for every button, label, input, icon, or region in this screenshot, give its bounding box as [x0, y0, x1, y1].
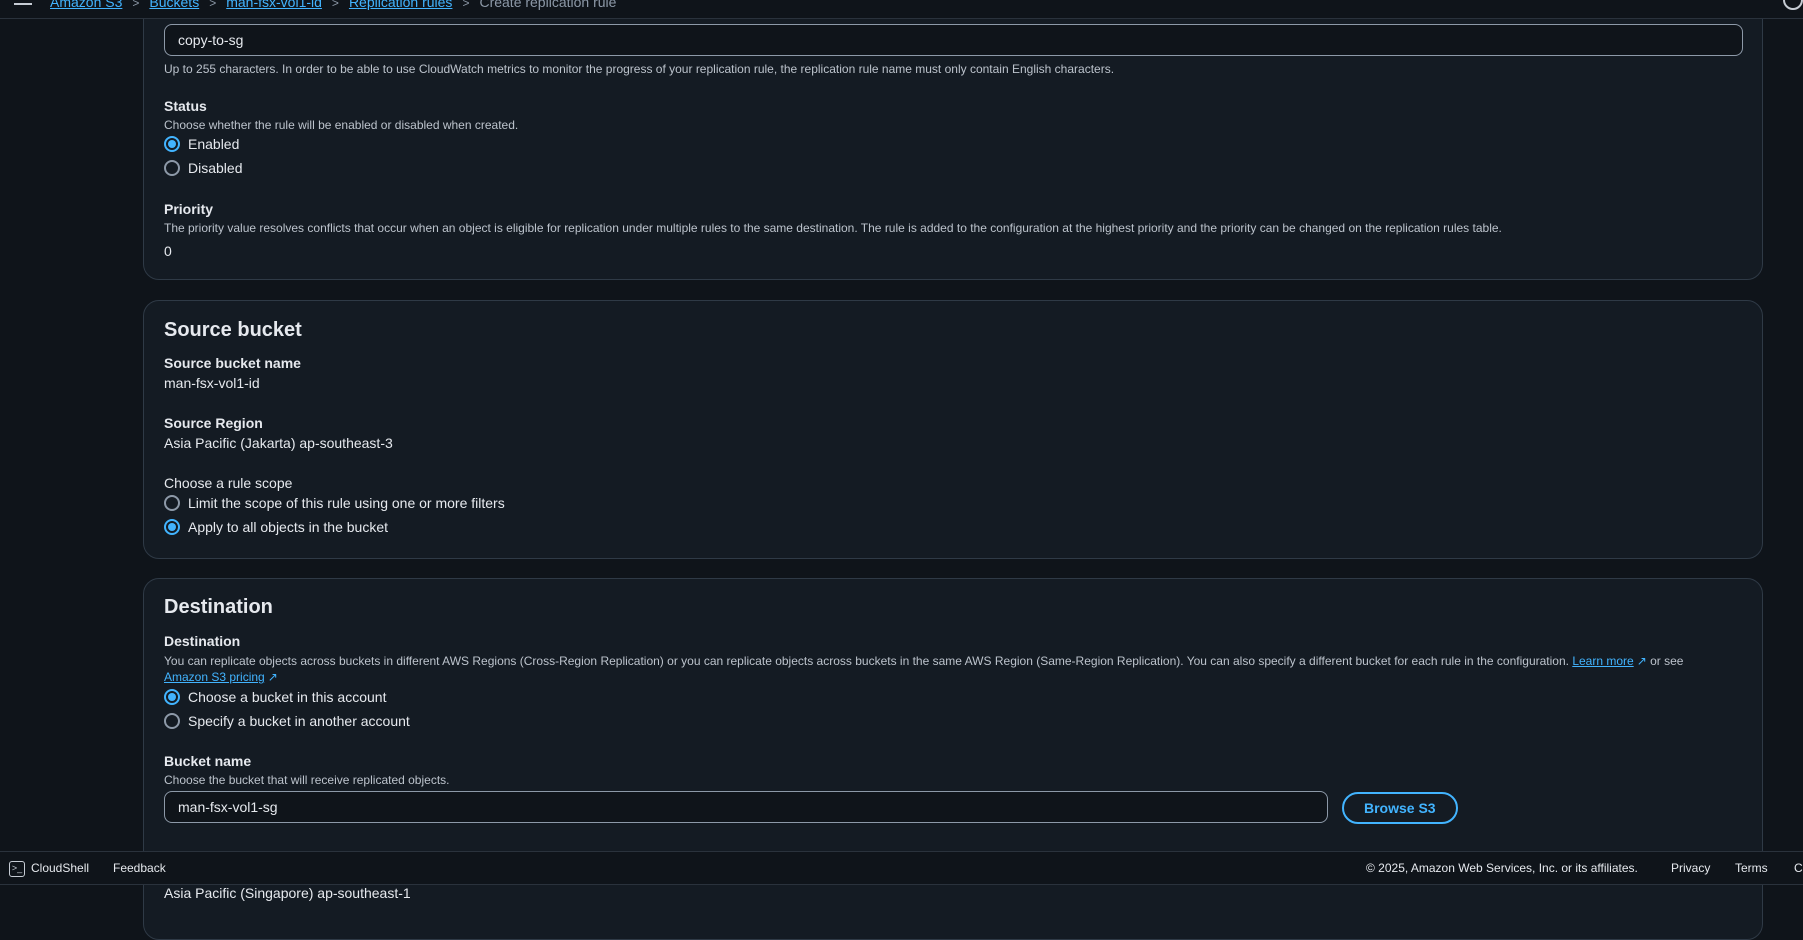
external-link-icon: ↗	[1636, 654, 1647, 668]
chevron-right-icon: >	[331, 0, 339, 10]
learn-more-link[interactable]: Learn more	[1572, 654, 1633, 668]
source-bucket-name-label: Source bucket name	[164, 355, 301, 371]
scope-radio-all-objects[interactable]: Apply to all objects in the bucket	[164, 519, 388, 535]
status-radio-enabled[interactable]: Enabled	[164, 136, 239, 152]
destination-description: You can replicate objects across buckets…	[164, 654, 1684, 684]
destination-label: Destination	[164, 633, 241, 649]
rule-name-help: Up to 255 characters. In order to be abl…	[164, 62, 1115, 76]
menu-icon[interactable]	[14, 0, 32, 10]
terminal-icon: >_	[9, 860, 25, 877]
bucket-name-label: Bucket name	[164, 753, 252, 769]
cloudshell-button[interactable]: >_ CloudShell	[9, 852, 89, 884]
priority-label: Priority	[164, 201, 214, 217]
rule-name-input[interactable]	[164, 24, 1743, 56]
chevron-right-icon: >	[462, 0, 470, 10]
priority-value: 0	[164, 243, 172, 259]
chevron-right-icon: >	[132, 0, 140, 10]
radio-unselected-icon[interactable]	[164, 495, 180, 511]
chevron-right-icon: >	[209, 0, 217, 10]
radio-unselected-icon[interactable]	[164, 713, 180, 729]
source-region-label: Source Region	[164, 415, 263, 431]
radio-selected-icon[interactable]	[164, 689, 180, 705]
source-region-value: Asia Pacific (Jakarta) ap-southeast-3	[164, 435, 393, 451]
source-bucket-name-value: man-fsx-vol1-id	[164, 375, 260, 391]
cookie-preferences-link[interactable]: Co	[1794, 852, 1803, 884]
s3-pricing-link[interactable]: Amazon S3 pricing	[164, 670, 265, 684]
breadcrumb: Amazon S3 > Buckets > man-fsx-vol1-id > Replic…	[50, 0, 616, 10]
source-bucket-panel: Source bucket Source bucket name man-fsx…	[143, 300, 1763, 559]
rule-scope-label: Choose a rule scope	[164, 475, 293, 491]
bucket-name-description: Choose the bucket that will receive repl…	[164, 773, 450, 787]
status-description: Choose whether the rule will be enabled …	[164, 118, 519, 132]
status-label: Status	[164, 98, 207, 114]
breadcrumb-replication-rules[interactable]: Replication rules	[349, 0, 453, 10]
radio-unselected-icon[interactable]	[164, 160, 180, 176]
priority-description: The priority value resolves conflicts th…	[164, 221, 1502, 235]
help-icon[interactable]	[1783, 0, 1803, 10]
breadcrumb-current: Create replication rule	[479, 0, 617, 10]
destination-heading: Destination	[164, 596, 273, 618]
breadcrumb-buckets[interactable]: Buckets	[149, 0, 199, 10]
footer: >_ CloudShell Feedback © 2025, Amazon Web…	[0, 851, 1803, 885]
breadcrumb-bucket[interactable]: man-fsx-vol1-id	[226, 0, 322, 10]
breadcrumb-amazon-s3[interactable]: Amazon S3	[50, 0, 122, 10]
scope-radio-filters[interactable]: Limit the scope of this rule using one o…	[164, 495, 505, 511]
source-bucket-heading: Source bucket	[164, 319, 302, 341]
terms-link[interactable]: Terms	[1735, 852, 1768, 884]
destination-region-value: Asia Pacific (Singapore) ap-southeast-1	[164, 885, 411, 901]
copyright-text: © 2025, Amazon Web Services, Inc. or its…	[1366, 861, 1638, 875]
destination-radio-another-account[interactable]: Specify a bucket in another account	[164, 713, 410, 729]
browse-s3-button[interactable]: Browse S3	[1342, 792, 1458, 824]
status-radio-disabled[interactable]: Disabled	[164, 160, 242, 176]
destination-radio-this-account[interactable]: Choose a bucket in this account	[164, 689, 386, 705]
bucket-name-input[interactable]	[164, 791, 1328, 823]
radio-selected-icon[interactable]	[164, 136, 180, 152]
external-link-icon: ↗	[267, 670, 278, 684]
privacy-link[interactable]: Privacy	[1671, 852, 1710, 884]
rule-configuration-panel: Up to 255 characters. In order to be abl…	[143, 0, 1763, 280]
radio-selected-icon[interactable]	[164, 519, 180, 535]
top-navigation-bar: Amazon S3 > Buckets > man-fsx-vol1-id > Replic…	[0, 0, 1803, 19]
destination-panel: Destination Destination You can replicat…	[143, 578, 1763, 940]
feedback-button[interactable]: Feedback	[113, 852, 166, 884]
